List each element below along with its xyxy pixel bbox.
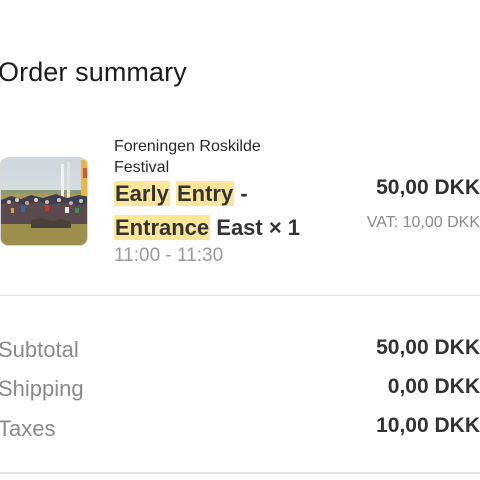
product-thumbnail xyxy=(0,157,88,246)
product-name: Early Entry - Entrance East × 1 xyxy=(114,177,329,245)
vendor-name: Foreningen Roskilde Festival xyxy=(114,138,261,176)
product-name-part: - xyxy=(234,181,248,206)
taxes-value: 10,00 DKK xyxy=(376,414,480,437)
product-name-part: East × 1 xyxy=(210,215,301,240)
page-title: Order summary xyxy=(0,57,187,87)
taxes-label: Taxes xyxy=(0,416,56,441)
subtotal-label: Subtotal xyxy=(0,337,79,362)
product-name-part: Entrance xyxy=(114,215,211,240)
subtotal-value: 50,00 DKK xyxy=(376,336,480,359)
shipping-value: 0,00 DKK xyxy=(387,375,480,398)
divider xyxy=(0,295,480,296)
line-item-vat: VAT: 10,00 DKK xyxy=(366,214,480,231)
time-slot: 11:00 - 11:30 xyxy=(114,245,224,266)
product-name-part: Early xyxy=(114,181,170,206)
divider xyxy=(0,472,480,474)
line-item-price: 50,00 DKK xyxy=(376,176,480,199)
festival-photo-icon xyxy=(1,158,87,245)
shipping-label: Shipping xyxy=(0,376,84,401)
product-name-part: Entry xyxy=(175,181,235,206)
